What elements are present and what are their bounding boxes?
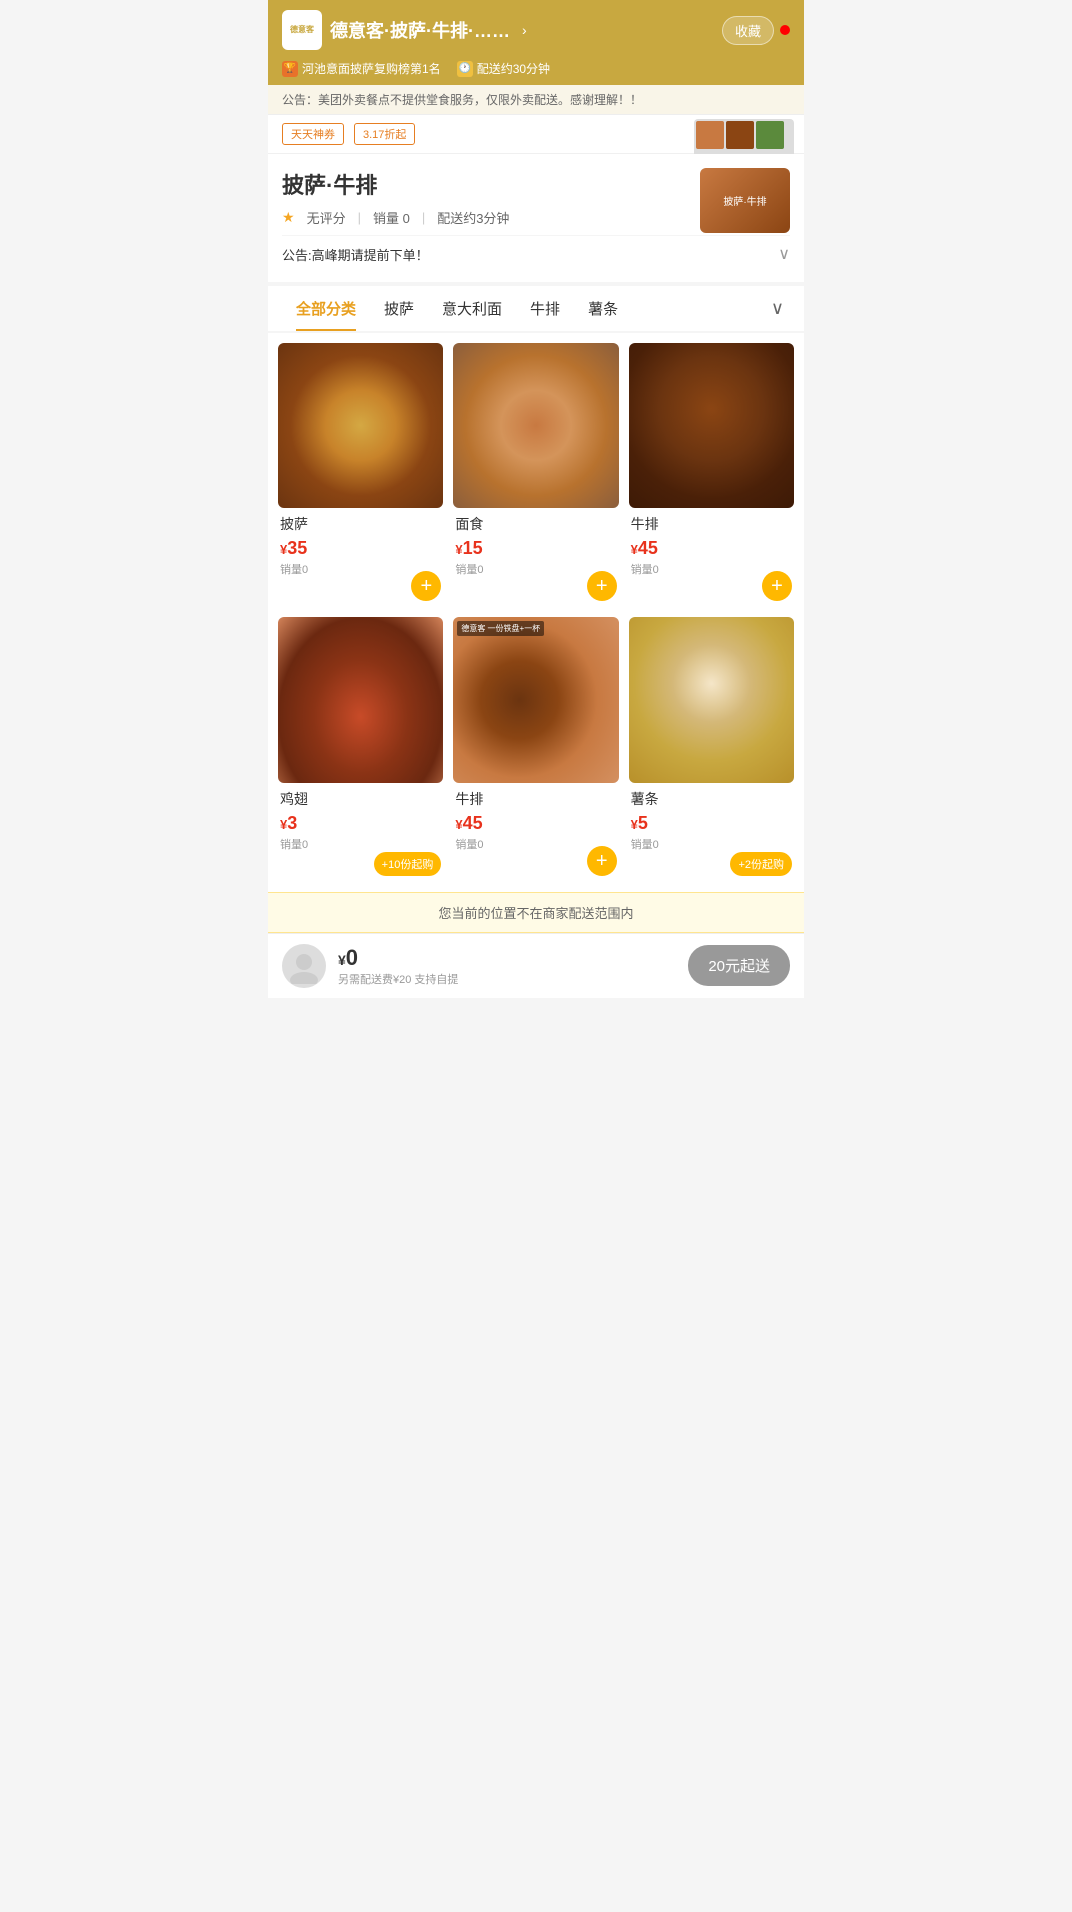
notification-text: 您当前的位置不在商家配送范围内 [438, 906, 633, 921]
food-name-3: 鸡翅 [280, 789, 441, 809]
food-img-inner-4: 德意客 一份铁盘+一杯 [453, 617, 618, 782]
notice-text: 公告：美团外卖餐点不提供堂食服务，仅限外卖配送。感谢理解！！ [282, 93, 642, 107]
food-img-inner-5 [629, 617, 794, 782]
food-img-1 [453, 343, 618, 508]
delivery-time-text: 配送约30分钟 [477, 60, 550, 77]
star-icon: ★ [282, 209, 295, 226]
food-img-inner-1 [453, 343, 618, 508]
divider-1: | [358, 210, 361, 225]
notification-bar: 您当前的位置不在商家配送范围内 [268, 892, 804, 933]
tab-pizza[interactable]: 披萨 [370, 286, 428, 331]
header-bar: 德意客 德意客·披萨·牛排·…… › 收藏 [268, 0, 804, 60]
avatar-icon [286, 948, 322, 984]
tab-all[interactable]: 全部分类 [282, 286, 370, 331]
rank-icon: 🏆 [282, 61, 298, 77]
cart-avatar [282, 944, 326, 988]
delivery-info: 🕐 配送约30分钟 [457, 60, 550, 77]
cart-bar: ¥0 另需配送费¥20 支持自提 20元起送 [268, 933, 804, 998]
add-button-1[interactable]: + [587, 571, 617, 601]
add-button-4[interactable]: + [587, 846, 617, 876]
header-arrow-icon: › [522, 22, 527, 38]
restaurant-info: 披萨·牛排 ★ 无评分 | 销量 0 | 配送约3分钟 披萨·牛排 公告:高峰期… [268, 154, 804, 282]
food-name-5: 薯条 [631, 789, 792, 809]
notice-bar: 公告：美团外卖餐点不提供堂食服务，仅限外卖配送。感谢理解！！ [268, 85, 804, 115]
clock-icon: 🕐 [457, 61, 473, 77]
food-sales-5: 销量0 [631, 836, 792, 852]
restaurant-logo: 德意客 [282, 10, 322, 50]
food-img-5 [629, 617, 794, 782]
tab-pasta[interactable]: 意大利面 [428, 286, 516, 331]
food-item-5: 薯条 ¥5 销量0 +2份起购 [629, 617, 794, 881]
food-price-2: ¥45 [631, 538, 792, 559]
category-more-icon[interactable]: ∨ [765, 286, 790, 331]
rank-text: 河池意面披萨复购榜第1名 [302, 60, 441, 77]
food-item-3: 鸡翅 ¥3 销量0 +10份起购 [278, 617, 443, 881]
cart-total: ¥0 [338, 945, 676, 971]
coupon-tag-0[interactable]: 天天神券 [282, 123, 344, 145]
food-sales-3: 销量0 [280, 836, 441, 852]
expand-icon[interactable]: ∨ [778, 244, 790, 264]
sub-header: 🏆 河池意面披萨复购榜第1名 🕐 配送约30分钟 [268, 60, 804, 85]
food-item-2: 牛排 ¥45 销量0 + [629, 343, 794, 607]
divider-2: | [422, 210, 425, 225]
rating-text: 无评分 [307, 208, 346, 227]
header-left: 德意客 德意客·披萨·牛排·…… › [282, 10, 527, 50]
min-order-button-3[interactable]: +10份起购 [374, 852, 442, 876]
collect-button[interactable]: 收藏 [722, 16, 774, 45]
food-name-2: 牛排 [631, 514, 792, 534]
food-img-4: 德意客 一份铁盘+一杯 [453, 617, 618, 782]
preview-img-1 [696, 121, 724, 149]
food-img-inner-2 [629, 343, 794, 508]
min-order-button-5[interactable]: +2份起购 [730, 852, 792, 876]
category-tabs: 全部分类 披萨 意大利面 牛排 薯条 ∨ [268, 286, 804, 333]
food-img-2 [629, 343, 794, 508]
food-price-0: ¥35 [280, 538, 441, 559]
food-name-1: 面食 [455, 514, 616, 534]
tab-steak[interactable]: 牛排 [516, 286, 574, 331]
food-name-4: 牛排 [455, 789, 616, 809]
food-img-0 [278, 343, 443, 508]
header-right: 收藏 [722, 16, 790, 45]
cart-price-info: ¥0 另需配送费¥20 支持自提 [338, 945, 676, 987]
food-item-0: 披萨 ¥35 销量0 + [278, 343, 443, 607]
sales-text: 销量 0 [373, 208, 410, 227]
rank-info: 🏆 河池意面披萨复购榜第1名 [282, 60, 441, 77]
food-name-0: 披萨 [280, 514, 441, 534]
tab-fries[interactable]: 薯条 [574, 286, 632, 331]
food-price-3: ¥3 [280, 813, 441, 834]
notification-dot [780, 25, 790, 35]
announcement-text: 公告:高峰期请提前下单！ [282, 245, 778, 264]
delivery-time: 配送约3分钟 [437, 208, 509, 227]
announcement-bar: 公告:高峰期请提前下单！ ∨ [282, 235, 790, 272]
food-img-inner-0 [278, 343, 443, 508]
preview-img-2 [726, 121, 754, 149]
checkout-button[interactable]: 20元起送 [688, 945, 790, 986]
cart-fee-text: 另需配送费¥20 支持自提 [338, 971, 676, 987]
food-img-inner-3 [278, 617, 443, 782]
food-price-4: ¥45 [455, 813, 616, 834]
restaurant-thumbnail: 披萨·牛排 [700, 168, 790, 233]
food-price-5: ¥5 [631, 813, 792, 834]
food-grid: 披萨 ¥35 销量0 + 面食 ¥15 销量0 + 牛排 ¥45 [268, 333, 804, 892]
coupon-row: 天天神券 3.17折起 [268, 115, 804, 154]
header-title: 德意客·披萨·牛排·…… [330, 17, 510, 43]
food-img-3 [278, 617, 443, 782]
food-item-1: 面食 ¥15 销量0 + [453, 343, 618, 607]
preview-img-3 [756, 121, 784, 149]
coupon-tag-1[interactable]: 3.17折起 [354, 123, 415, 145]
food-price-1: ¥15 [455, 538, 616, 559]
food-item-4: 德意客 一份铁盘+一杯 牛排 ¥45 销量0 + [453, 617, 618, 881]
